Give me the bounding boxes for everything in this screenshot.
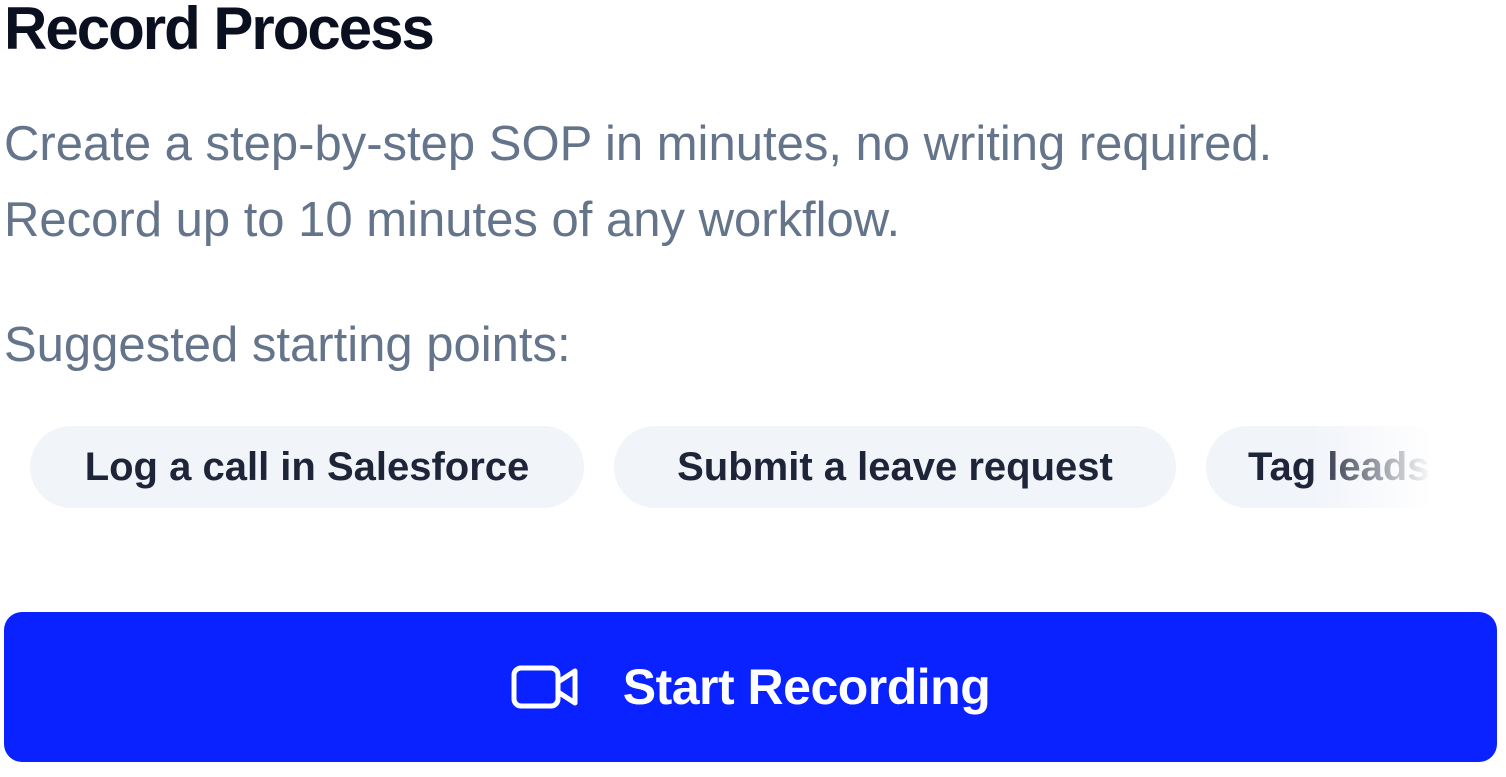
page-title: Record Process xyxy=(4,0,435,62)
description: Create a step-by-step SOP in minutes, no… xyxy=(4,106,1272,258)
start-recording-label: Start Recording xyxy=(622,659,991,715)
description-line-2: Record up to 10 minutes of any workflow. xyxy=(4,193,901,247)
suggestions-label: Suggested starting points: xyxy=(4,318,571,372)
suggestion-chip-log-call[interactable]: Log a call in Salesforce xyxy=(30,426,584,508)
start-recording-button[interactable]: Start Recording xyxy=(4,612,1497,762)
description-line-1: Create a step-by-step SOP in minutes, no… xyxy=(4,117,1273,171)
suggestion-chip-list: Log a call in Salesforce Submit a leave … xyxy=(30,426,1450,508)
suggestion-chip-leave-request[interactable]: Submit a leave request xyxy=(614,426,1176,508)
video-camera-icon xyxy=(511,664,581,710)
suggestion-chip-tag-leads[interactable]: Tag leads xyxy=(1206,426,1450,508)
